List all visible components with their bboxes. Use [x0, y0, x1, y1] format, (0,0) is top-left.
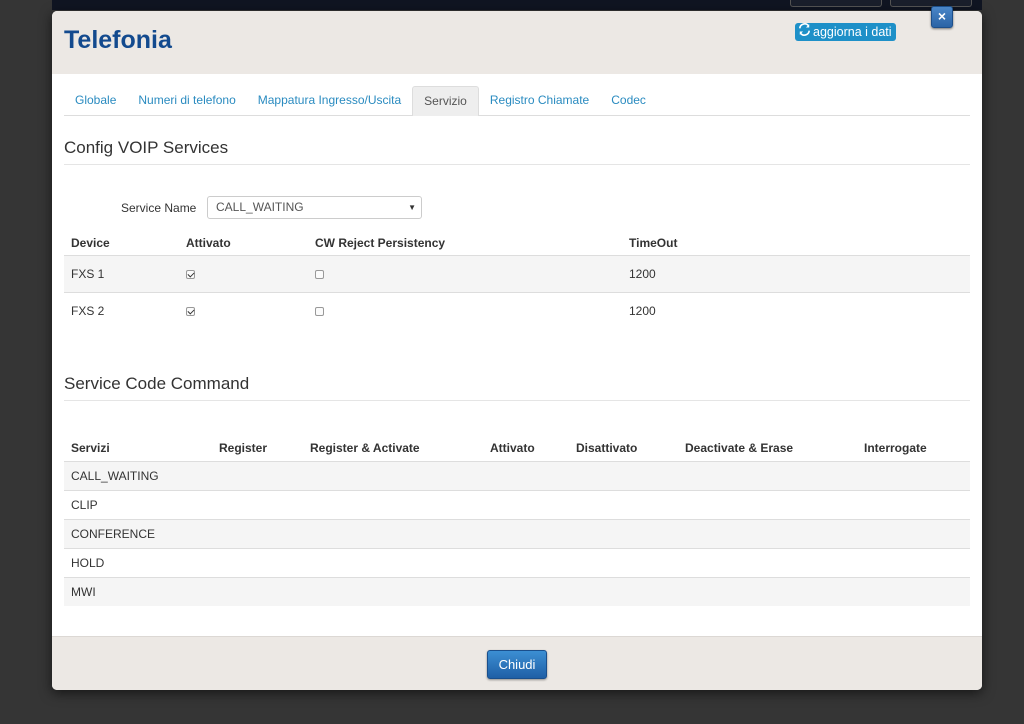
service-code-cell: [483, 547, 569, 577]
background-button: [790, 0, 882, 7]
service-code-section-title: Service Code Command: [64, 374, 970, 401]
service-name-cell: CONFERENCE: [64, 518, 212, 548]
attivato-cell: [179, 291, 308, 329]
column-header-interrogate: Interrogate: [864, 441, 927, 456]
table-row: CALL_WAITING: [64, 460, 970, 490]
service-code-cell: [303, 489, 483, 519]
table-row: FXS 1 1200: [64, 254, 970, 292]
column-header-attivato: Attivato: [186, 235, 231, 250]
caret-down-icon: ▼: [408, 203, 416, 212]
column-header-device: Device: [71, 235, 110, 250]
tab-registro-chiamate[interactable]: Registro Chiamate: [479, 86, 600, 115]
attivato-cell: [179, 254, 308, 292]
table-row: MWI: [64, 576, 970, 606]
service-code-cell: [569, 489, 678, 519]
tab-bar: Globale Numeri di telefono Mappatura Ingre…: [64, 86, 970, 116]
column-header-deactivate-erase: Deactivate & Erase: [685, 441, 794, 456]
chiudi-button[interactable]: Chiudi: [487, 650, 547, 679]
service-name-cell: CALL_WAITING: [64, 460, 212, 490]
service-code-cell: [483, 518, 569, 548]
service-code-cell: [212, 489, 303, 519]
voip-device-table: Device Attivato CW Reject Persistency Ti…: [64, 231, 970, 329]
refresh-label: aggiorna i dati: [813, 25, 892, 39]
service-code-table: Servizi Register Register & Activate Att…: [64, 436, 970, 606]
tab-globale[interactable]: Globale: [64, 86, 127, 115]
service-code-cell: [569, 460, 678, 490]
service-code-cell: [212, 518, 303, 548]
column-header-servizi: Servizi: [71, 441, 110, 456]
column-header-attivato: Attivato: [490, 441, 535, 456]
tab-mappatura-ingresso-uscita[interactable]: Mappatura Ingresso/Uscita: [247, 86, 412, 115]
service-code-cell: [212, 576, 303, 606]
close-icon[interactable]: ×: [931, 6, 953, 28]
refresh-icon: [798, 23, 811, 41]
service-code-cell: [303, 576, 483, 606]
attivato-checkbox[interactable]: [186, 269, 195, 279]
tab-numeri-di-telefono[interactable]: Numeri di telefono: [127, 86, 246, 115]
service-code-cell: [678, 576, 857, 606]
cw-reject-cell: [308, 291, 622, 329]
table-row: CONFERENCE: [64, 518, 970, 548]
service-code-cell: [678, 460, 857, 490]
column-header-disattivato: Disattivato: [576, 441, 638, 456]
device-cell: FXS 2: [64, 291, 179, 329]
tab-servizio[interactable]: Servizio: [412, 86, 479, 116]
service-code-cell: [303, 547, 483, 577]
table-row: CLIP: [64, 489, 970, 519]
timeout-cell: 1200: [622, 254, 970, 292]
table-row: FXS 2 1200: [64, 291, 970, 329]
service-code-cell: [857, 460, 970, 490]
service-code-cell: [857, 489, 970, 519]
tab-codec[interactable]: Codec: [600, 86, 657, 115]
service-code-cell: [569, 547, 678, 577]
cw-reject-checkbox[interactable]: [315, 307, 324, 317]
timeout-cell: 1200: [622, 291, 970, 329]
column-header-register: Register: [219, 441, 268, 456]
column-header-timeout: TimeOut: [629, 235, 678, 250]
service-name-cell: HOLD: [64, 547, 212, 577]
modal-header: Telefonia aggiorna i dati: [52, 11, 982, 74]
service-code-cell: [678, 518, 857, 548]
modal-footer: Chiudi: [52, 636, 982, 690]
service-code-cell: [857, 547, 970, 577]
service-name-cell: MWI: [64, 576, 212, 606]
table-header-row: Servizi Register Register & Activate Att…: [64, 436, 970, 461]
service-code-cell: [857, 518, 970, 548]
cw-reject-cell: [308, 254, 622, 292]
cw-reject-checkbox[interactable]: [315, 269, 324, 279]
service-name-select[interactable]: CALL_WAITING ▼: [207, 196, 422, 219]
service-code-cell: [483, 576, 569, 606]
service-code-cell: [569, 576, 678, 606]
table-header-row: Device Attivato CW Reject Persistency Ti…: [64, 231, 970, 255]
column-header-register-activate: Register & Activate: [310, 441, 420, 456]
service-code-cell: [483, 489, 569, 519]
service-code-cell: [857, 576, 970, 606]
refresh-button[interactable]: aggiorna i dati: [795, 23, 896, 41]
service-name-label: Service Name: [121, 201, 197, 215]
service-code-cell: [212, 460, 303, 490]
service-code-cell: [678, 489, 857, 519]
service-code-cell: [483, 460, 569, 490]
service-code-cell: [303, 518, 483, 548]
modal-title: Telefonia: [64, 26, 172, 54]
attivato-checkbox[interactable]: [186, 307, 195, 317]
service-code-cell: [569, 518, 678, 548]
column-header-cw-reject: CW Reject Persistency: [315, 235, 446, 250]
service-code-cell: [212, 547, 303, 577]
device-cell: FXS 1: [64, 254, 179, 292]
service-code-cell: [678, 547, 857, 577]
telefonia-modal: Telefonia aggiorna i dati Globale Numeri …: [52, 11, 982, 690]
service-name-value: CALL_WAITING: [216, 200, 304, 214]
voip-section-title: Config VOIP Services: [64, 138, 970, 165]
table-row: HOLD: [64, 547, 970, 577]
service-name-cell: CLIP: [64, 489, 212, 519]
service-code-cell: [303, 460, 483, 490]
